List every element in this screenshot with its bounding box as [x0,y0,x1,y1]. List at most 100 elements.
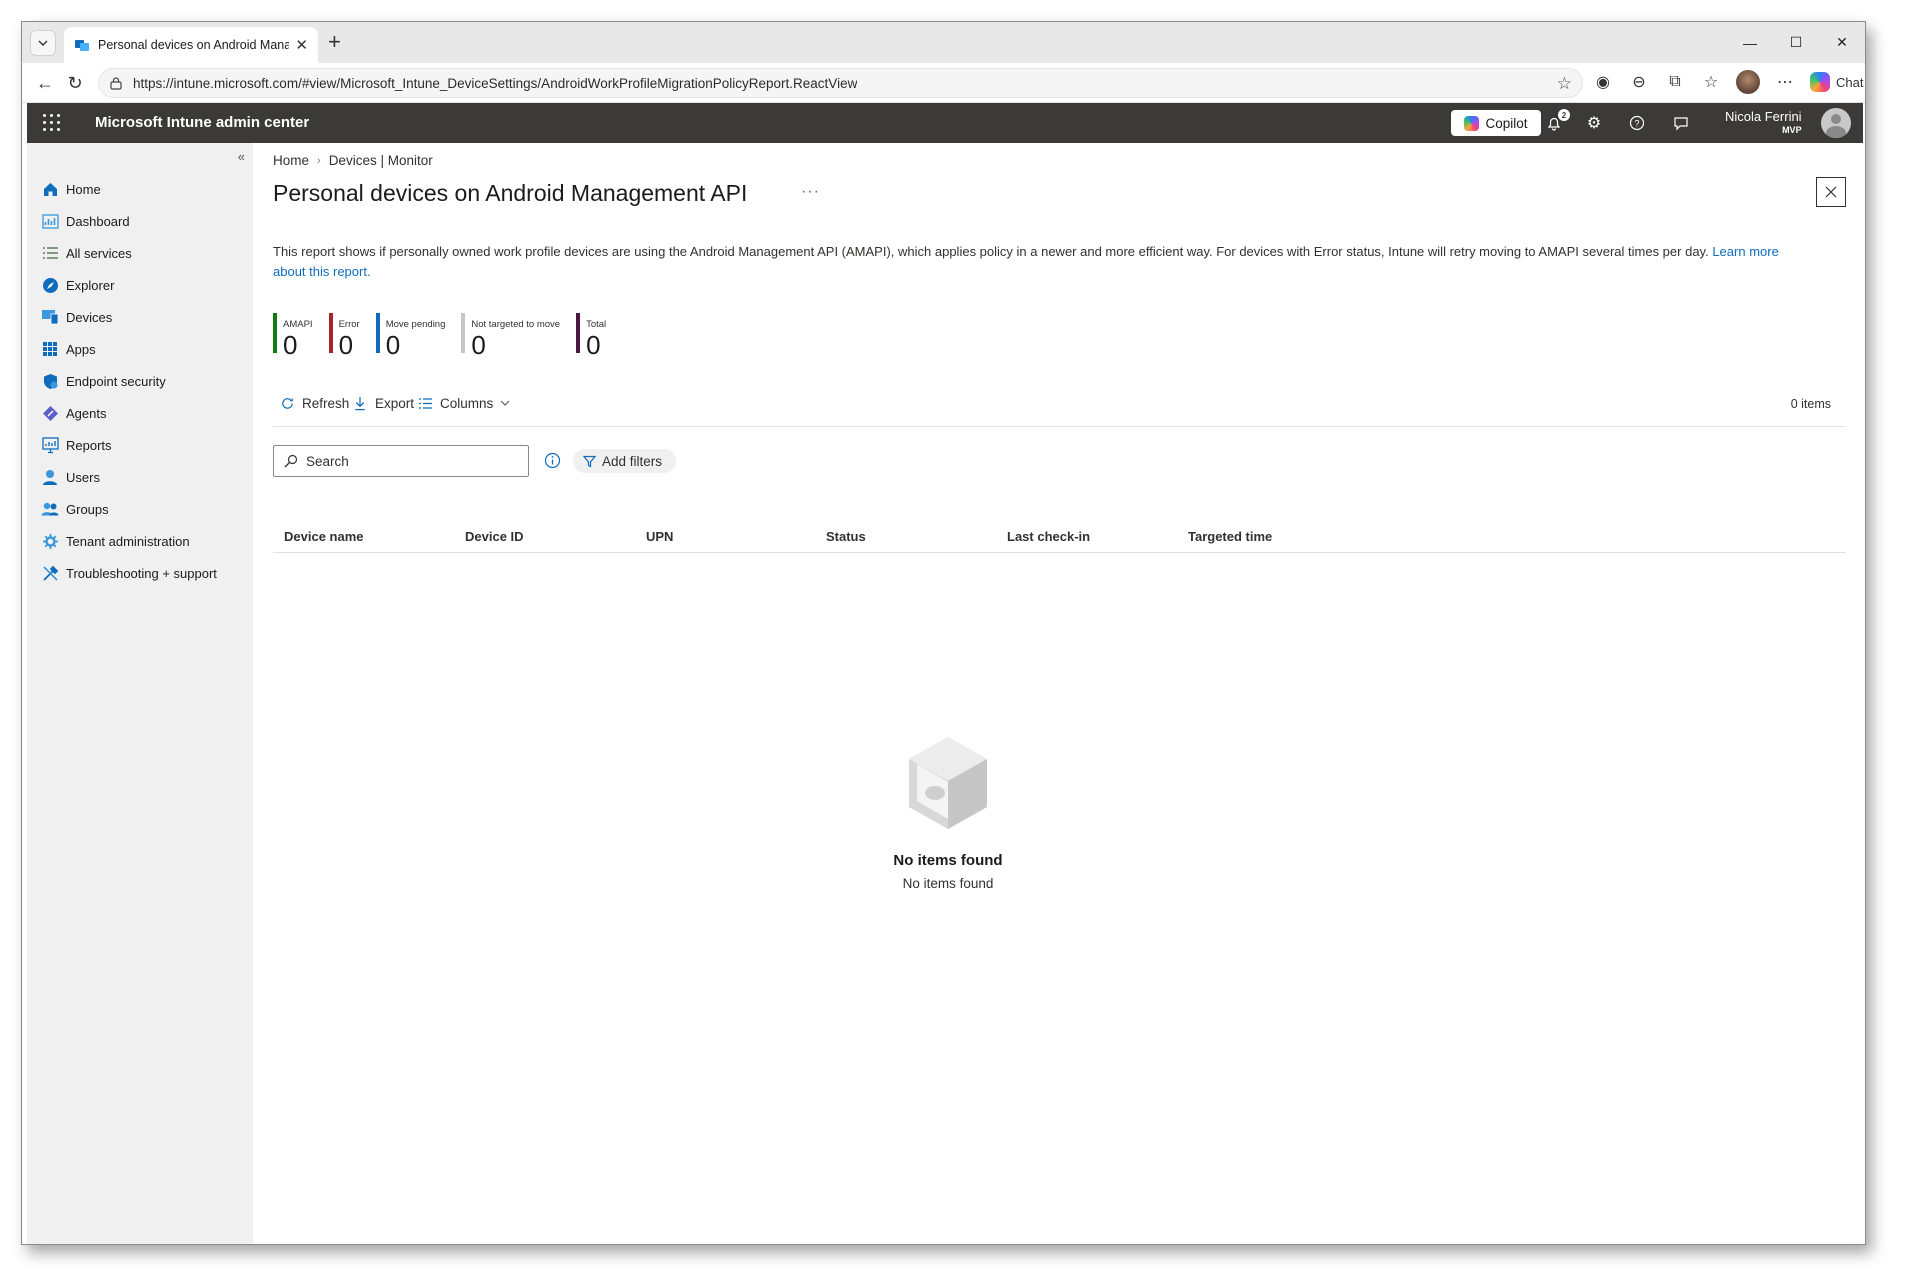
notifications-icon[interactable]: 2 [1542,109,1570,134]
window-close-icon[interactable]: ✕ [1819,22,1865,63]
breadcrumb: Home › Devices | Monitor [273,153,433,168]
page-title: Personal devices on Android Management A… [273,180,748,206]
users-icon [41,468,59,486]
favorites-icon[interactable]: ☆ [1700,69,1722,95]
summary-tile-not-targeted[interactable]: Not targeted to move 0 [461,313,560,358]
summary-value: 0 [338,330,354,360]
sidebar-item-label: Groups [66,501,109,517]
browser-tab[interactable]: Personal devices on Android Mana ✕ [64,27,318,63]
column-header-last-check-in[interactable]: Last check-in [1007,529,1090,544]
refresh-label: Refresh [302,395,350,411]
help-icon[interactable]: ? [1625,112,1649,134]
endpoint-security-icon [41,372,59,390]
more-actions-icon[interactable]: ··· [801,183,820,201]
address-bar[interactable]: https://intune.microsoft.com/#view/Micro… [98,68,1583,98]
sidebar-item-groups[interactable]: Groups [27,493,253,525]
extension-mail-icon[interactable]: ⊖ [1628,69,1650,95]
user-name: Nicola Ferrini [1725,109,1802,124]
search-box[interactable] [273,445,529,477]
copilot-chat-button[interactable]: Chat [1810,72,1863,92]
add-filters-button[interactable]: Add filters [573,449,677,473]
maximize-icon[interactable]: ☐ [1773,22,1819,63]
summary-tile-error[interactable]: Error 0 [328,313,360,360]
sidebar-item-endpoint-security[interactable]: Endpoint security [27,365,253,397]
summary-color-bar [273,313,277,353]
extensions-puzzle-icon[interactable]: ⧉ [1664,69,1686,95]
status-summary: AMAPI 0 Error 0 Move pending 0 Not targeted to… [273,313,606,358]
user-avatar[interactable] [1821,108,1851,138]
sidebar-item-apps[interactable]: Apps [27,333,253,365]
tab-close-icon[interactable]: ✕ [295,36,308,54]
sidebar-item-dashboard[interactable]: Dashboard [27,205,253,237]
empty-box-icon [909,737,987,829]
tab-title: Personal devices on Android Mana [98,38,290,52]
column-header-device-name[interactable]: Device name [284,529,364,544]
sidebar-item-label: Endpoint security [66,373,166,389]
feedback-icon[interactable] [1669,112,1693,134]
sidebar-item-label: All services [66,245,132,261]
portal-title[interactable]: Microsoft Intune admin center [95,114,309,131]
add-filters-label: Add filters [602,453,663,469]
account-menu[interactable]: Nicola Ferrini MVP [1725,109,1802,135]
chat-label: Chat [1836,74,1864,90]
sidebar-item-devices[interactable]: Devices [27,301,253,333]
sidebar-item-tenant-administration[interactable]: Tenant administration [27,525,253,557]
search-input[interactable] [306,453,506,469]
left-navigation: « Home Dashboard All services Explorer Devic… [27,143,253,1244]
sidebar-item-label: Apps [66,341,96,357]
settings-gear-icon[interactable]: ⚙ [1582,112,1606,134]
sidebar-item-label: Reports [66,437,112,453]
close-blade-button[interactable] [1816,177,1846,207]
sidebar-item-troubleshooting-support[interactable]: Troubleshooting + support [27,557,253,589]
reports-icon [41,436,59,454]
sidebar-item-label: Home [66,181,101,197]
sidebar-item-label: Agents [66,405,107,421]
reload-icon[interactable]: ↻ [62,71,88,95]
summary-label: Total [586,319,607,330]
info-icon[interactable] [544,452,561,469]
summary-value: 0 [586,330,601,360]
export-button[interactable]: Export [352,395,414,411]
tab-actions-button[interactable] [30,30,56,56]
summary-tile-total[interactable]: Total 0 [576,313,606,358]
summary-label: Not targeted to move [471,319,561,330]
summary-label: Move pending [385,319,446,330]
more-options-icon[interactable]: ⋯ [1774,69,1796,95]
column-header-device-id[interactable]: Device ID [465,529,524,544]
description-text: This report shows if personally owned wo… [273,244,1709,259]
troubleshooting-icon [41,564,59,582]
all-services-icon [41,244,59,262]
sidebar-item-home[interactable]: Home [27,173,253,205]
breadcrumb-separator-icon: › [317,154,321,167]
copilot-button[interactable]: Copilot [1451,110,1541,136]
favorite-star-icon[interactable]: ☆ [1557,74,1572,94]
summary-value: 0 [283,330,298,360]
column-header-status[interactable]: Status [826,529,866,544]
column-header-upn[interactable]: UPN [646,529,673,544]
sidebar-item-users[interactable]: Users [27,461,253,493]
refresh-button[interactable]: Refresh [279,395,349,411]
sidebar-item-reports[interactable]: Reports [27,429,253,461]
report-description: This report shows if personally owned wo… [273,242,1798,282]
app-launcher-icon[interactable] [43,114,61,132]
sidebar-item-agents[interactable]: Agents [27,397,253,429]
sidebar-item-explorer[interactable]: Explorer [27,269,253,301]
extension-shield-icon[interactable]: ◉ [1592,69,1614,95]
devices-icon [41,308,59,326]
summary-tile-move-pending[interactable]: Move pending 0 [375,313,446,358]
summary-tile-amapi[interactable]: AMAPI 0 [273,313,313,358]
collapse-nav-icon[interactable]: « [238,149,245,164]
new-tab-icon[interactable]: + [328,31,341,53]
breadcrumb-home[interactable]: Home [273,153,309,168]
columns-button[interactable]: Columns [417,395,510,411]
empty-state: No items found No items found [848,733,1048,891]
browser-profile-avatar[interactable] [1736,70,1760,94]
breadcrumb-devices-monitor[interactable]: Devices | Monitor [329,153,433,168]
column-header-targeted-time[interactable]: Targeted time [1188,529,1272,544]
intune-favicon-icon [75,40,89,51]
back-icon[interactable]: ← [32,71,58,95]
sidebar-item-all-services[interactable]: All services [27,237,253,269]
table-header: Device name Device ID UPN Status Last check-… [273,521,1846,553]
minimize-icon[interactable]: — [1727,22,1773,63]
site-info-icon[interactable] [109,76,123,90]
